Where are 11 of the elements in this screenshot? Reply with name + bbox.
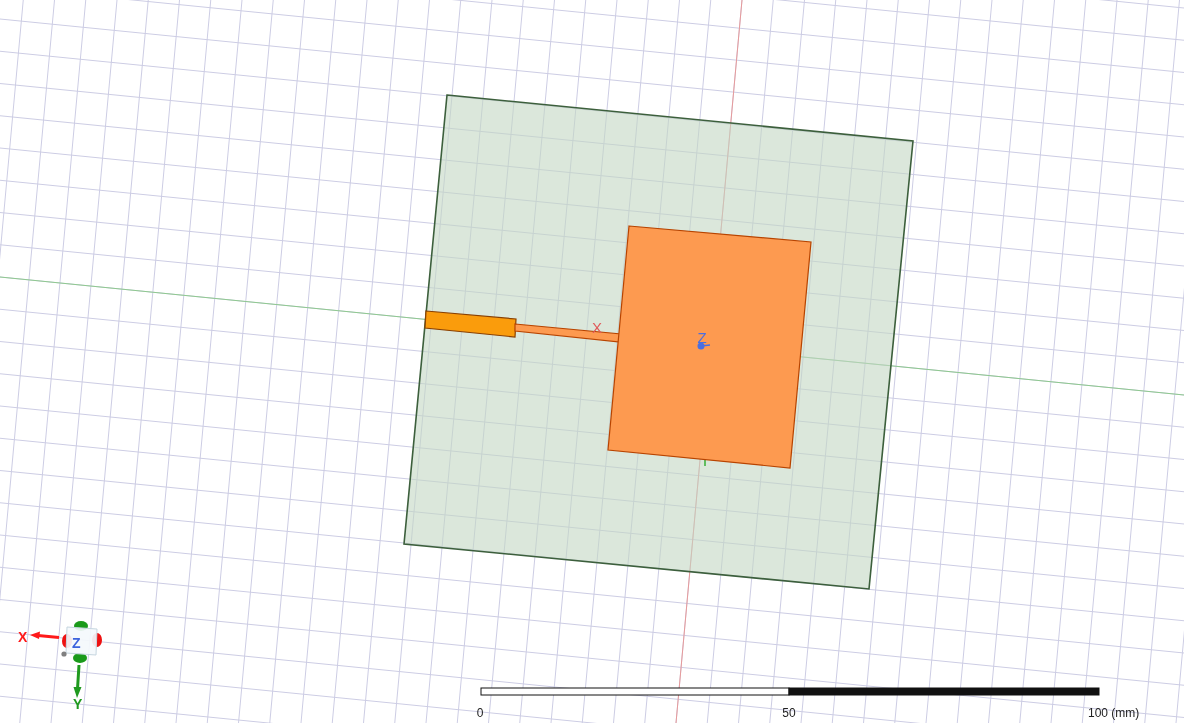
y-axis-stub <box>704 457 706 467</box>
origin-marker-icon <box>697 342 711 350</box>
y-axis-arrow <box>73 664 82 698</box>
x-axis-arrow <box>30 631 60 639</box>
scale-label: 0 <box>476 706 484 720</box>
scale-label: 100 (mm) <box>1088 706 1140 720</box>
triad-x-label: X <box>18 629 28 645</box>
scale-label: 50 <box>782 706 796 720</box>
triad-z-label: Z <box>72 635 81 651</box>
triad-y-label: Y <box>73 696 83 712</box>
z-axis-label: Z <box>697 329 707 346</box>
